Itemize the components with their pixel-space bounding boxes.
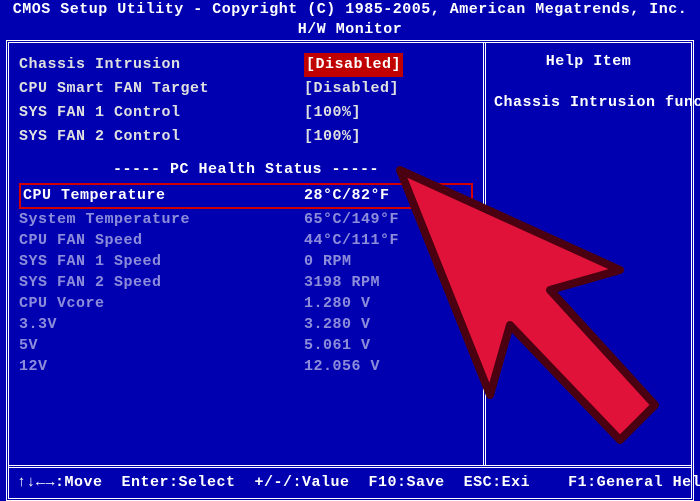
cpu-temperature-highlight: CPU Temperature 28°C/82°F (19, 183, 473, 209)
health-value: 65°C/149°F (304, 209, 399, 230)
health-label: SYS FAN 2 Speed (19, 272, 304, 293)
setting-chassis-intrusion[interactable]: Chassis Intrusion [Disabled] (19, 53, 473, 77)
health-value: 0 RPM (304, 251, 352, 272)
health-sys-fan2-speed: SYS FAN 2 Speed 3198 RPM (19, 272, 473, 293)
health-label: 5V (19, 335, 304, 356)
health-label: 12V (19, 356, 304, 377)
setting-value: [100%] (304, 101, 361, 125)
health-value: 1.280 V (304, 293, 371, 314)
health-label: 3.3V (19, 314, 304, 335)
setting-value: [100%] (304, 125, 361, 149)
footer-hints: ↑↓←→:Move Enter:Select +/-/:Value F10:Sa… (9, 465, 691, 498)
page-subtitle: H/W Monitor (0, 20, 700, 40)
health-label: System Temperature (19, 209, 304, 230)
setting-label: CPU Smart FAN Target (19, 77, 304, 101)
health-system-temp: System Temperature 65°C/149°F (19, 209, 473, 230)
health-3v3: 3.3V 3.280 V (19, 314, 473, 335)
health-value: 5.061 V (304, 335, 371, 356)
setting-cpu-smart-fan[interactable]: CPU Smart FAN Target [Disabled] (19, 77, 473, 101)
help-pane: Help Item Chassis Intrusion func (486, 43, 691, 465)
health-label: CPU Temperature (23, 185, 304, 207)
health-12v: 12V 12.056 V (19, 356, 473, 377)
setting-label: SYS FAN 2 Control (19, 125, 304, 149)
health-value: 3198 RPM (304, 272, 380, 293)
health-cpu-fan-speed: CPU FAN Speed 44°C/111°F (19, 230, 473, 251)
health-value: 28°C/82°F (304, 185, 390, 207)
health-5v: 5V 5.061 V (19, 335, 473, 356)
section-header: ----- PC Health Status ----- (19, 159, 473, 181)
health-sys-fan1-speed: SYS FAN 1 Speed 0 RPM (19, 251, 473, 272)
setting-label: SYS FAN 1 Control (19, 101, 304, 125)
setting-value: [Disabled] (304, 53, 403, 77)
health-label: CPU Vcore (19, 293, 304, 314)
settings-pane: Chassis Intrusion [Disabled] CPU Smart F… (9, 43, 486, 465)
health-cpu-vcore: CPU Vcore 1.280 V (19, 293, 473, 314)
health-value: 3.280 V (304, 314, 371, 335)
main-frame: Chassis Intrusion [Disabled] CPU Smart F… (6, 40, 694, 501)
help-heading: Help Item (494, 53, 683, 70)
setting-sys-fan1[interactable]: SYS FAN 1 Control [100%] (19, 101, 473, 125)
setting-value: [Disabled] (304, 77, 399, 101)
health-label: SYS FAN 1 Speed (19, 251, 304, 272)
app-title: CMOS Setup Utility - Copyright (C) 1985-… (0, 0, 700, 20)
health-label: CPU FAN Speed (19, 230, 304, 251)
health-value: 44°C/111°F (304, 230, 399, 251)
help-text: Chassis Intrusion func (494, 94, 683, 111)
setting-label: Chassis Intrusion (19, 53, 304, 77)
health-value: 12.056 V (304, 356, 380, 377)
setting-sys-fan2[interactable]: SYS FAN 2 Control [100%] (19, 125, 473, 149)
